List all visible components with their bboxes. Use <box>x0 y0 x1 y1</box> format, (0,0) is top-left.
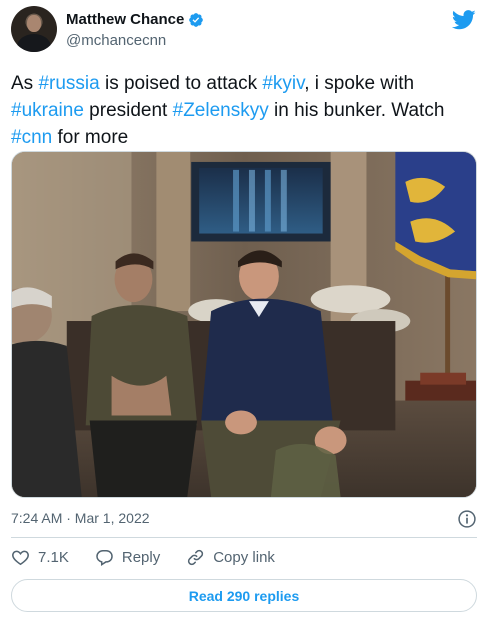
tweet-card: Matthew Chance @mchancecnn As #russia is… <box>0 0 490 620</box>
link-icon <box>188 549 204 566</box>
tweet-text-segment: president <box>83 100 173 121</box>
author-display-name[interactable]: Matthew Chance <box>66 11 184 28</box>
tweet-text-segment: is poised to attack <box>99 73 263 94</box>
like-count: 7.1K <box>38 549 69 566</box>
tweet-text-segment: for more <box>52 127 129 148</box>
reply-button[interactable]: Reply <box>95 548 160 567</box>
hashtag-link[interactable]: #kyiv <box>262 73 304 94</box>
reply-label: Reply <box>121 549 161 566</box>
tweet-text-segment: , i spoke with <box>304 73 415 94</box>
read-replies-button[interactable]: Read 290 replies <box>11 579 477 612</box>
copy-link-label: Copy link <box>213 549 275 566</box>
tweet-actions: 7.1K Reply Copy link <box>11 548 301 567</box>
reply-icon <box>96 550 113 567</box>
tweet-timestamp[interactable]: 7:24 AM · Mar 1, 2022 <box>11 510 150 526</box>
tweet-photo[interactable] <box>11 151 477 498</box>
twitter-bird-icon[interactable] <box>452 10 476 30</box>
tweet-text-segment: in his bunker. Watch <box>268 100 445 121</box>
verified-badge-icon <box>189 12 204 27</box>
author-handle[interactable]: @mchancecnn <box>66 32 166 49</box>
hashtag-link[interactable]: #cnn <box>11 127 52 148</box>
tweet-text: As #russia is poised to attack #kyiv, i … <box>11 70 479 151</box>
author-name-row: Matthew Chance <box>66 11 204 28</box>
author-avatar[interactable] <box>11 6 57 52</box>
like-button[interactable]: 7.1K <box>11 548 69 567</box>
divider <box>11 537 477 538</box>
copy-link-button[interactable]: Copy link <box>186 548 275 567</box>
info-icon[interactable] <box>457 509 477 529</box>
hashtag-link[interactable]: #Zelenskyy <box>173 100 269 121</box>
hashtag-link[interactable]: #ukraine <box>11 100 84 121</box>
bunker-photo-illustration <box>12 152 476 497</box>
hashtag-link[interactable]: #russia <box>38 73 99 94</box>
heart-icon <box>12 550 29 566</box>
tweet-text-segment: As <box>11 73 39 94</box>
